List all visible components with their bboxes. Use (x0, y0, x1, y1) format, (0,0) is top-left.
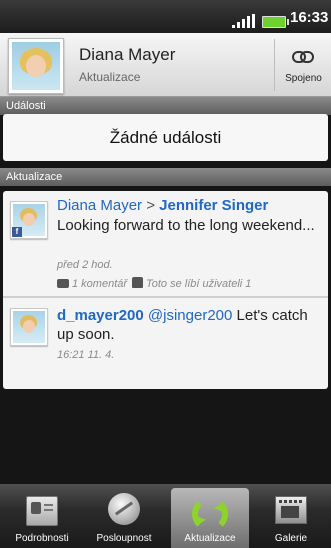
tab-aktualizace[interactable]: Aktualizace (171, 488, 249, 548)
battery-icon (262, 16, 289, 28)
item-author[interactable]: Diana Mayer (57, 197, 142, 214)
comment-count[interactable]: 1 komentář (72, 278, 127, 290)
contact-name: Diana Mayer (79, 45, 176, 64)
linked-button[interactable]: Spojeno (276, 33, 331, 96)
status-bar: 16:33 (0, 0, 331, 33)
status-time: 16:33 (290, 9, 329, 26)
item-avatar: f (10, 201, 48, 239)
tab-podrobnosti[interactable]: Podrobnosti (2, 484, 82, 548)
facebook-icon: f (12, 227, 22, 237)
updates-list: f Diana Mayer > Jennifer Singer Looking … (3, 191, 328, 389)
tab-bar: Podrobnosti Posloupnost Aktualizace Gale… (0, 484, 331, 548)
like-icon (132, 277, 144, 288)
like-text[interactable]: Toto se líbí uživateli 1 (146, 278, 251, 290)
comment-icon (57, 279, 69, 288)
gallery-icon (275, 496, 307, 524)
arrow-text: > (146, 197, 155, 214)
tab-galerie[interactable]: Galerie (251, 484, 331, 548)
contact-subtitle: Aktualizace (79, 70, 141, 84)
item-time: před 2 hod. (57, 259, 113, 271)
refresh-icon (192, 496, 228, 532)
item-mention[interactable]: @jsinger200 (148, 307, 232, 324)
item-avatar (10, 308, 48, 346)
contact-card-icon (26, 496, 58, 526)
item-author[interactable]: d_mayer200 (57, 307, 144, 324)
item-title: Diana Mayer > Jennifer Singer (57, 197, 268, 214)
tab-label: Podrobnosti (15, 533, 69, 544)
item-time: 16:21 11. 4. (57, 349, 115, 361)
link-icon (292, 51, 314, 63)
events-card: Žádné události (3, 114, 328, 161)
list-item[interactable]: d_mayer200 @jsinger200 Let's catch up so… (3, 298, 328, 389)
tab-label: Aktualizace (184, 533, 236, 544)
item-target[interactable]: Jennifer Singer (159, 197, 268, 214)
header-divider (274, 39, 275, 91)
tab-label: Posloupnost (96, 533, 152, 544)
events-section-header: Události (0, 97, 331, 115)
globe-icon (108, 493, 140, 525)
signal-icon (232, 14, 258, 28)
tab-posloupnost[interactable]: Posloupnost (84, 484, 164, 548)
item-message: d_mayer200 @jsinger200 Let's catch up so… (57, 306, 317, 344)
item-stats: 1 komentář Toto se líbí uživateli 1 (57, 277, 251, 290)
avatar[interactable] (8, 38, 64, 94)
content-area: Události Žádné události Aktualizace f Di… (0, 97, 331, 484)
linked-label: Spojeno (285, 73, 322, 84)
list-item[interactable]: f Diana Mayer > Jennifer Singer Looking … (3, 191, 328, 296)
updates-section-header: Aktualizace (0, 168, 331, 186)
item-message: Looking forward to the long weekend... (57, 217, 315, 234)
tab-label: Galerie (274, 533, 308, 544)
no-events-text: Žádné události (109, 128, 222, 147)
contact-header: Diana Mayer Aktualizace Spojeno (0, 33, 331, 97)
